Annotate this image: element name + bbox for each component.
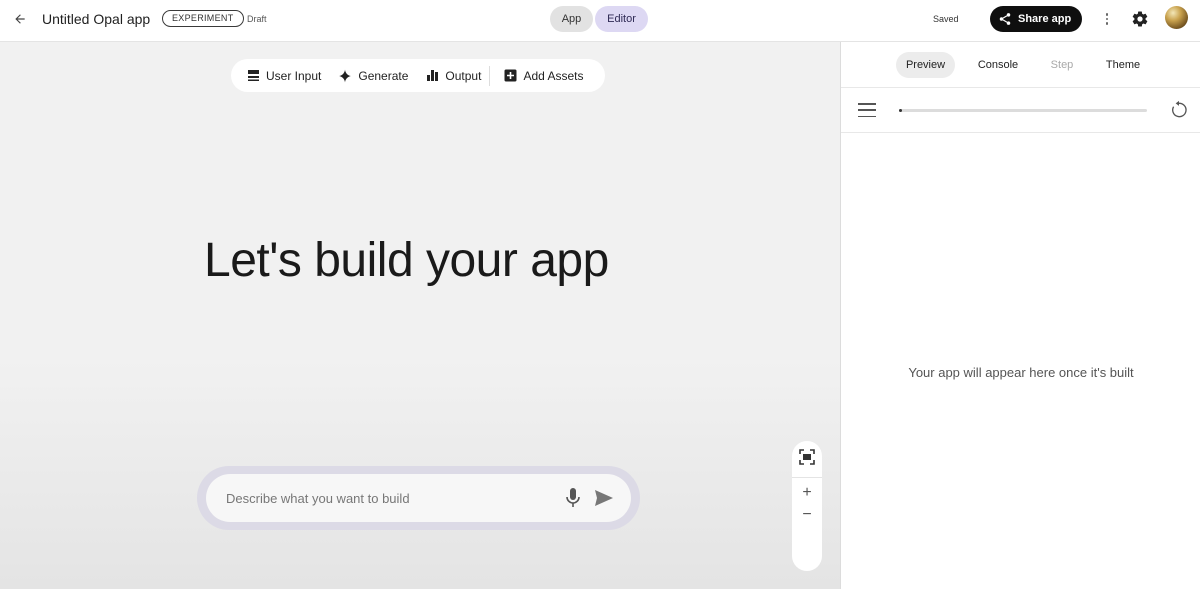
fit-screen-icon [799, 449, 815, 465]
user-avatar[interactable] [1165, 6, 1188, 29]
back-button[interactable] [10, 9, 30, 29]
arrow-left-icon [15, 14, 25, 24]
output-icon [427, 70, 439, 81]
preview-controls [841, 88, 1200, 133]
app-title[interactable]: Untitled Opal app [42, 11, 150, 27]
gear-icon [1132, 11, 1148, 27]
add-assets-button[interactable]: Add Assets [504, 59, 583, 92]
voice-input-button[interactable] [564, 487, 582, 509]
mode-switch: App Editor [550, 6, 648, 32]
user-input-icon [248, 70, 259, 81]
share-icon [999, 13, 1011, 25]
more-vert-icon [1105, 13, 1109, 16]
top-bar: Untitled Opal app EXPERIMENT Draft App E… [0, 0, 1200, 42]
share-app-label: Share app [1018, 13, 1072, 25]
fit-to-screen-button[interactable] [799, 449, 815, 465]
empty-preview-message: Your app will appear here once it's buil… [908, 365, 1134, 380]
draft-status: Draft [247, 14, 267, 24]
user-input-label: User Input [266, 68, 322, 83]
send-button[interactable] [594, 489, 614, 507]
preview-panel: Preview Console Step Theme Your app will… [840, 42, 1200, 589]
tab-preview[interactable]: Preview [896, 52, 955, 78]
experiment-badge: EXPERIMENT [162, 10, 244, 27]
user-input-button[interactable]: User Input [247, 59, 321, 92]
progress-fill [899, 109, 902, 112]
tab-step: Step [1050, 59, 1074, 71]
zoom-out-button[interactable]: − [792, 505, 822, 525]
share-app-button[interactable]: Share app [990, 6, 1082, 32]
restart-button[interactable] [1169, 100, 1189, 120]
tab-app[interactable]: App [550, 6, 593, 32]
generate-label: Generate [358, 68, 409, 83]
zoom-divider [792, 477, 822, 478]
describe-app-input[interactable] [226, 487, 546, 509]
settings-button[interactable] [1131, 10, 1149, 28]
add-assets-label: Add Assets [523, 68, 584, 83]
add-box-icon [504, 69, 517, 82]
refresh-icon [1172, 100, 1187, 118]
send-icon [595, 490, 613, 506]
zoom-in-button[interactable]: + [792, 483, 822, 503]
more-options-button[interactable] [1101, 10, 1113, 28]
output-label: Output [445, 68, 482, 83]
zoom-controls: + − [792, 441, 822, 571]
hamburger-icon [858, 103, 876, 105]
sparkle-icon [339, 69, 352, 82]
tab-editor[interactable]: Editor [595, 6, 648, 32]
preview-tabs: Preview Console Step Theme [841, 42, 1200, 88]
generate-button[interactable]: Generate [338, 59, 408, 92]
toolbar-divider [489, 65, 491, 86]
tab-theme[interactable]: Theme [1099, 52, 1147, 78]
output-button[interactable]: Output [426, 59, 481, 92]
mic-icon [566, 488, 580, 507]
node-toolbar: User Input Generate Output Add Assets [231, 59, 605, 92]
run-progress-bar [899, 109, 1147, 112]
hero-heading: Let's build your app [204, 234, 609, 287]
menu-button[interactable] [858, 103, 876, 117]
saved-status: Saved [933, 14, 959, 24]
tab-console[interactable]: Console [969, 52, 1027, 78]
